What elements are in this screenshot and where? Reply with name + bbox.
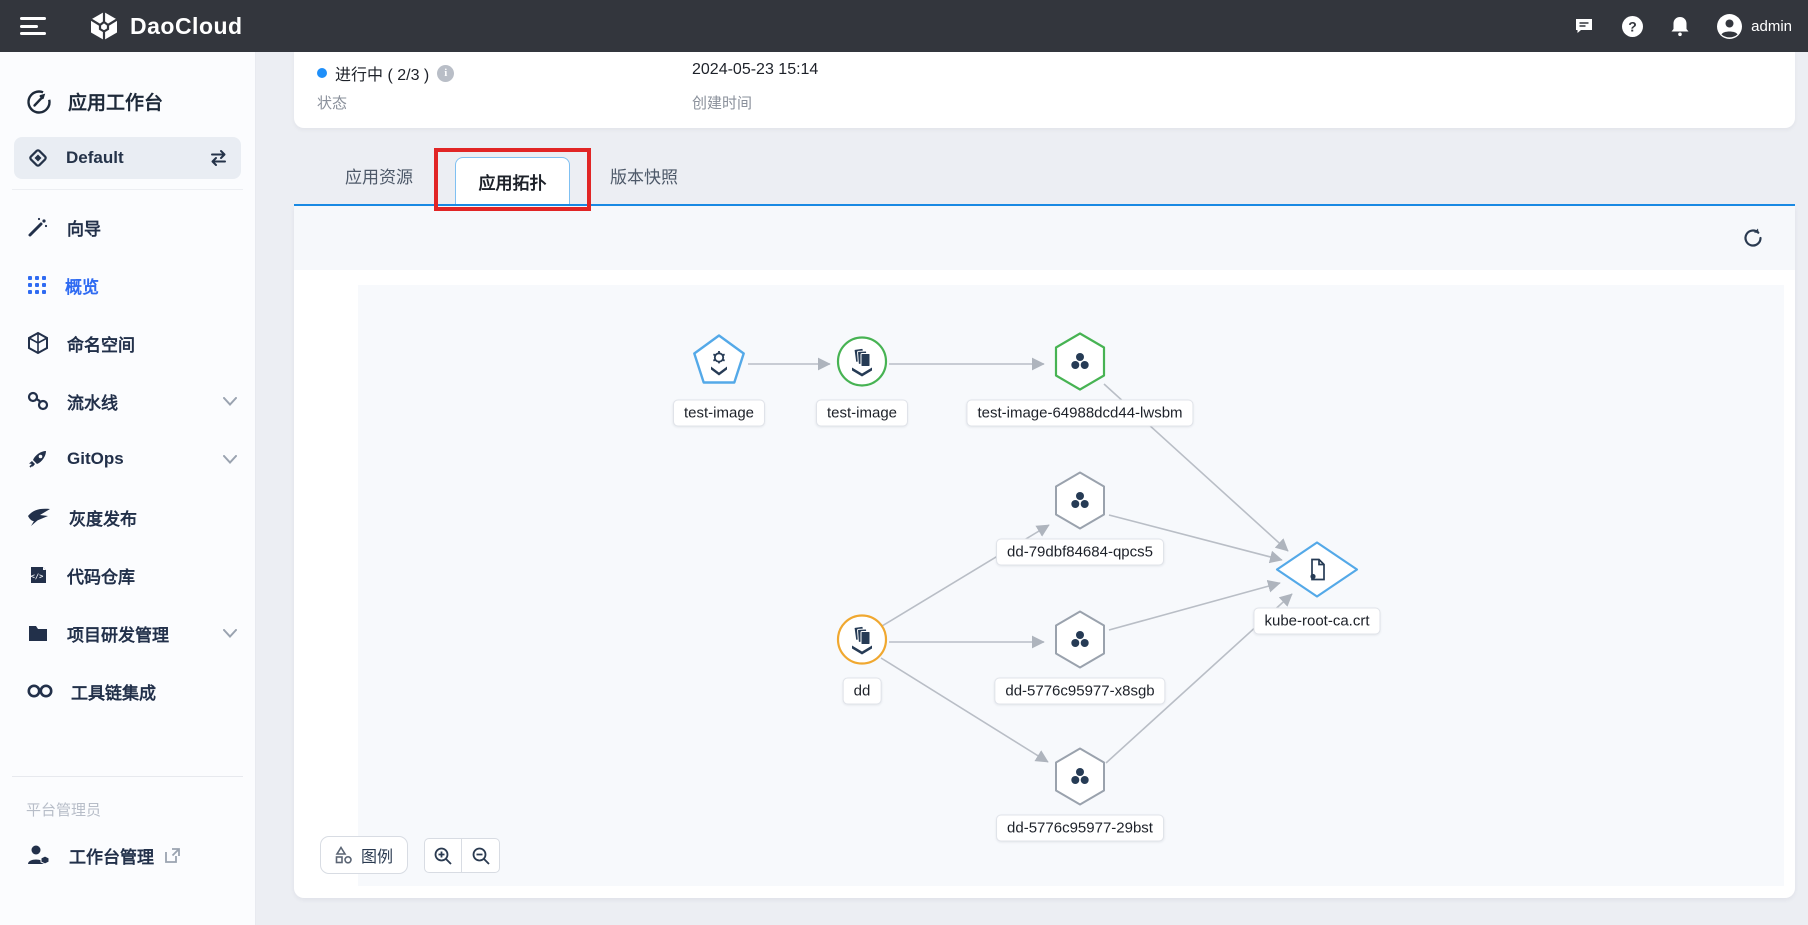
avatar-icon (1716, 13, 1743, 40)
node-application[interactable] (689, 332, 749, 397)
node-label[interactable]: test-image (816, 400, 908, 427)
created-time-value: 2024-05-23 15:14 (692, 61, 818, 79)
workspace-diamond-icon (27, 147, 49, 169)
menu-toggle-icon[interactable] (20, 17, 46, 35)
code-repo-icon: </> (26, 563, 50, 587)
workspace-header: 应用工作台 (0, 52, 255, 135)
sidebar-item-toolchain[interactable]: 工具链集成 (0, 662, 255, 720)
topology-panel: test-image test-image test-image-64988dc… (294, 206, 1795, 898)
sidebar-item-project-mgmt[interactable]: 项目研发管理 (0, 604, 255, 662)
pipeline-icon (26, 389, 50, 413)
tab-version-snapshot[interactable]: 版本快照 (599, 147, 689, 204)
status-dot (317, 68, 327, 78)
bird-icon (26, 506, 52, 528)
node-label[interactable]: kube-root-ca.crt (1253, 608, 1380, 635)
svg-text:</>: </> (31, 573, 44, 581)
node-pod-dd-29bst[interactable] (1050, 745, 1110, 814)
tab-bar: 应用资源 应用拓扑 版本快照 (294, 147, 1795, 204)
sidebar: 应用工作台 Default 向导 概览 命名空间 流水线 (0, 52, 256, 925)
topology-toolbar (294, 206, 1795, 270)
chevron-down-icon (223, 397, 237, 406)
chevron-down-icon (223, 455, 237, 464)
tab-app-resources[interactable]: 应用资源 (334, 147, 424, 204)
node-configmap[interactable] (1271, 539, 1363, 606)
node-label[interactable]: dd-79dbf84684-qpcs5 (996, 539, 1164, 566)
sidebar-divider (12, 189, 243, 190)
status-value: 进行中 ( 2/3 ) (335, 61, 429, 85)
infinity-icon (26, 683, 54, 699)
workbench-icon (26, 89, 52, 115)
tab-app-topology[interactable]: 应用拓扑 (455, 157, 570, 204)
node-label[interactable]: test-image (673, 400, 765, 427)
workspace-title: 应用工作台 (68, 88, 163, 115)
sidebar-item-pipeline[interactable]: 流水线 (0, 372, 255, 430)
sidebar-item-gitops[interactable]: GitOps (0, 430, 255, 488)
zoom-in-button[interactable] (424, 838, 462, 873)
legend-shapes-icon (335, 846, 353, 864)
node-deployment-test-image[interactable] (834, 334, 890, 395)
folder-icon (26, 621, 50, 645)
node-pod-dd-x8sgb[interactable] (1050, 608, 1110, 677)
rocket-icon (26, 447, 50, 471)
status-label: 状态 (317, 92, 347, 113)
svg-text:?: ? (1628, 18, 1637, 34)
info-icon[interactable]: i (437, 65, 454, 82)
switch-workspace-icon[interactable] (208, 149, 229, 167)
node-deployment-dd[interactable] (834, 612, 890, 673)
sidebar-item-namespace[interactable]: 命名空间 (0, 314, 255, 372)
cube-icon (26, 331, 50, 355)
node-label[interactable]: dd-5776c95977-29bst (996, 815, 1164, 842)
sidebar-item-workbench-mgmt[interactable]: 工作台管理 (0, 826, 255, 884)
node-pod-dd-qpcs5[interactable] (1050, 469, 1110, 538)
wand-icon (26, 215, 50, 239)
admin-user-icon (26, 843, 52, 867)
chevron-down-icon (223, 629, 237, 638)
platform-admin-section-label: 平台管理员 (0, 777, 255, 826)
brand: DaoCloud (88, 10, 243, 42)
user-menu[interactable]: admin (1716, 13, 1792, 40)
help-icon[interactable]: ? (1620, 14, 1644, 38)
node-label[interactable]: test-image-64988dcd44-lwsbm (966, 400, 1193, 427)
node-label[interactable]: dd (843, 678, 882, 705)
zoom-out-button[interactable] (462, 838, 500, 873)
legend-button[interactable]: 图例 (320, 836, 408, 874)
brand-name: DaoCloud (130, 13, 243, 40)
sidebar-item-gray-release[interactable]: 灰度发布 (0, 488, 255, 546)
top-navbar: DaoCloud ? admin (0, 0, 1808, 52)
node-label[interactable]: dd-5776c95977-x8sgb (994, 678, 1165, 705)
feedback-icon[interactable] (1572, 14, 1596, 38)
node-pod-test-image[interactable] (1050, 330, 1110, 399)
grid-dots-icon (26, 274, 48, 296)
default-workspace-label: Default (66, 148, 124, 168)
refresh-icon[interactable] (1739, 224, 1767, 252)
legend-label: 图例 (361, 843, 393, 867)
app-status-card: 进行中 ( 2/3 ) i 状态 2024-05-23 15:14 创建时间 (294, 52, 1795, 128)
created-time-label: 创建时间 (692, 92, 752, 113)
tab-underline (294, 204, 1795, 206)
topology-canvas[interactable]: test-image test-image test-image-64988dc… (358, 285, 1784, 886)
username: admin (1751, 18, 1792, 35)
sidebar-item-wizard[interactable]: 向导 (0, 198, 255, 256)
sidebar-item-overview[interactable]: 概览 (0, 256, 255, 314)
sidebar-item-code-repo[interactable]: </> 代码仓库 (0, 546, 255, 604)
notifications-bell-icon[interactable] (1668, 14, 1692, 38)
daocloud-logo-icon (88, 10, 120, 42)
sidebar-item-default[interactable]: Default (14, 137, 241, 179)
external-link-icon (164, 847, 181, 864)
